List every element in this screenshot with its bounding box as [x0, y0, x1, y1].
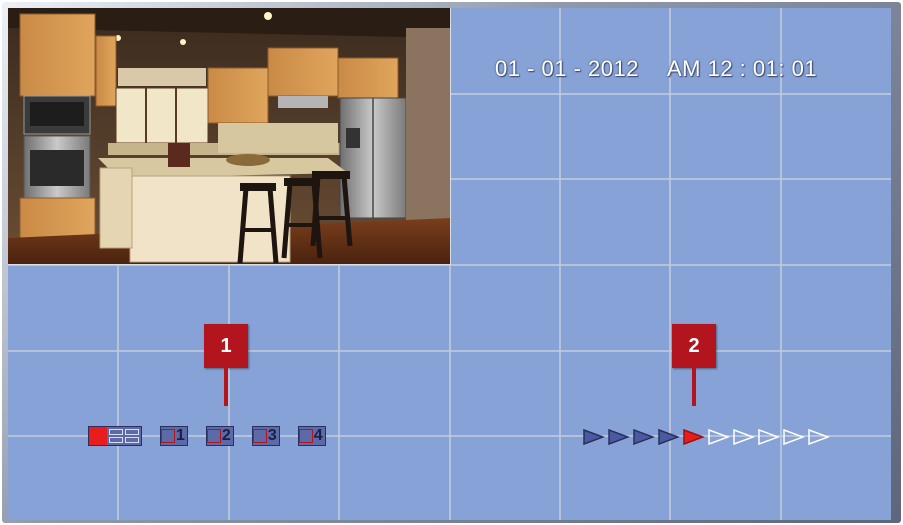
channel-number: 3: [267, 427, 277, 444]
channel-2-button[interactable]: 2: [205, 426, 234, 446]
callout-label: 2: [688, 334, 700, 357]
callout-badge: 1: [204, 324, 248, 368]
play-arrow-icon: [583, 428, 605, 446]
quad-view-button[interactable]: [88, 426, 142, 446]
datetime-display: 01 - 01 - 2012 AM 12 : 01: 01: [495, 56, 817, 82]
play-arrow-icon: [783, 428, 805, 446]
callout-label: 1: [220, 334, 232, 357]
play-arrow-icon: [733, 428, 755, 446]
callout-pointer: [692, 366, 696, 406]
single-view-icon: [206, 429, 221, 443]
channel-3-button[interactable]: 3: [251, 426, 280, 446]
channel-4-button[interactable]: 4: [297, 426, 326, 446]
single-view-icon: [298, 429, 313, 443]
camera-feed[interactable]: [8, 8, 451, 265]
channel-number: 1: [176, 427, 185, 444]
play-arrow-icon: [808, 428, 830, 446]
playback-speed-indicator[interactable]: [582, 428, 832, 446]
play-arrow-icon: [658, 428, 680, 446]
play-arrow-icon: [608, 428, 630, 446]
date-text: 01 - 01 - 2012: [495, 56, 639, 81]
callout-pointer: [224, 366, 228, 406]
channel-number: 2: [221, 427, 231, 444]
play-arrow-icon: [708, 428, 730, 446]
play-arrow-icon: [683, 428, 705, 446]
play-arrow-icon: [758, 428, 780, 446]
single-view-icon: [252, 429, 267, 443]
channel-number: 4: [313, 427, 323, 444]
time-text: AM 12 : 01: 01: [666, 56, 818, 81]
play-arrow-icon: [633, 428, 655, 446]
quad-split-icon: [107, 428, 141, 444]
channel-1-button[interactable]: 1: [160, 426, 188, 446]
display-layout-bar: 1 2 3 4: [88, 426, 344, 446]
selected-indicator: [89, 427, 107, 445]
dvr-screen: 01 - 01 - 2012 AM 12 : 01: 01 1 2 1 2 3: [8, 8, 891, 520]
kitchen-camera-image: [8, 8, 450, 264]
single-view-icon: [161, 429, 175, 443]
callout-badge: 2: [672, 324, 716, 368]
